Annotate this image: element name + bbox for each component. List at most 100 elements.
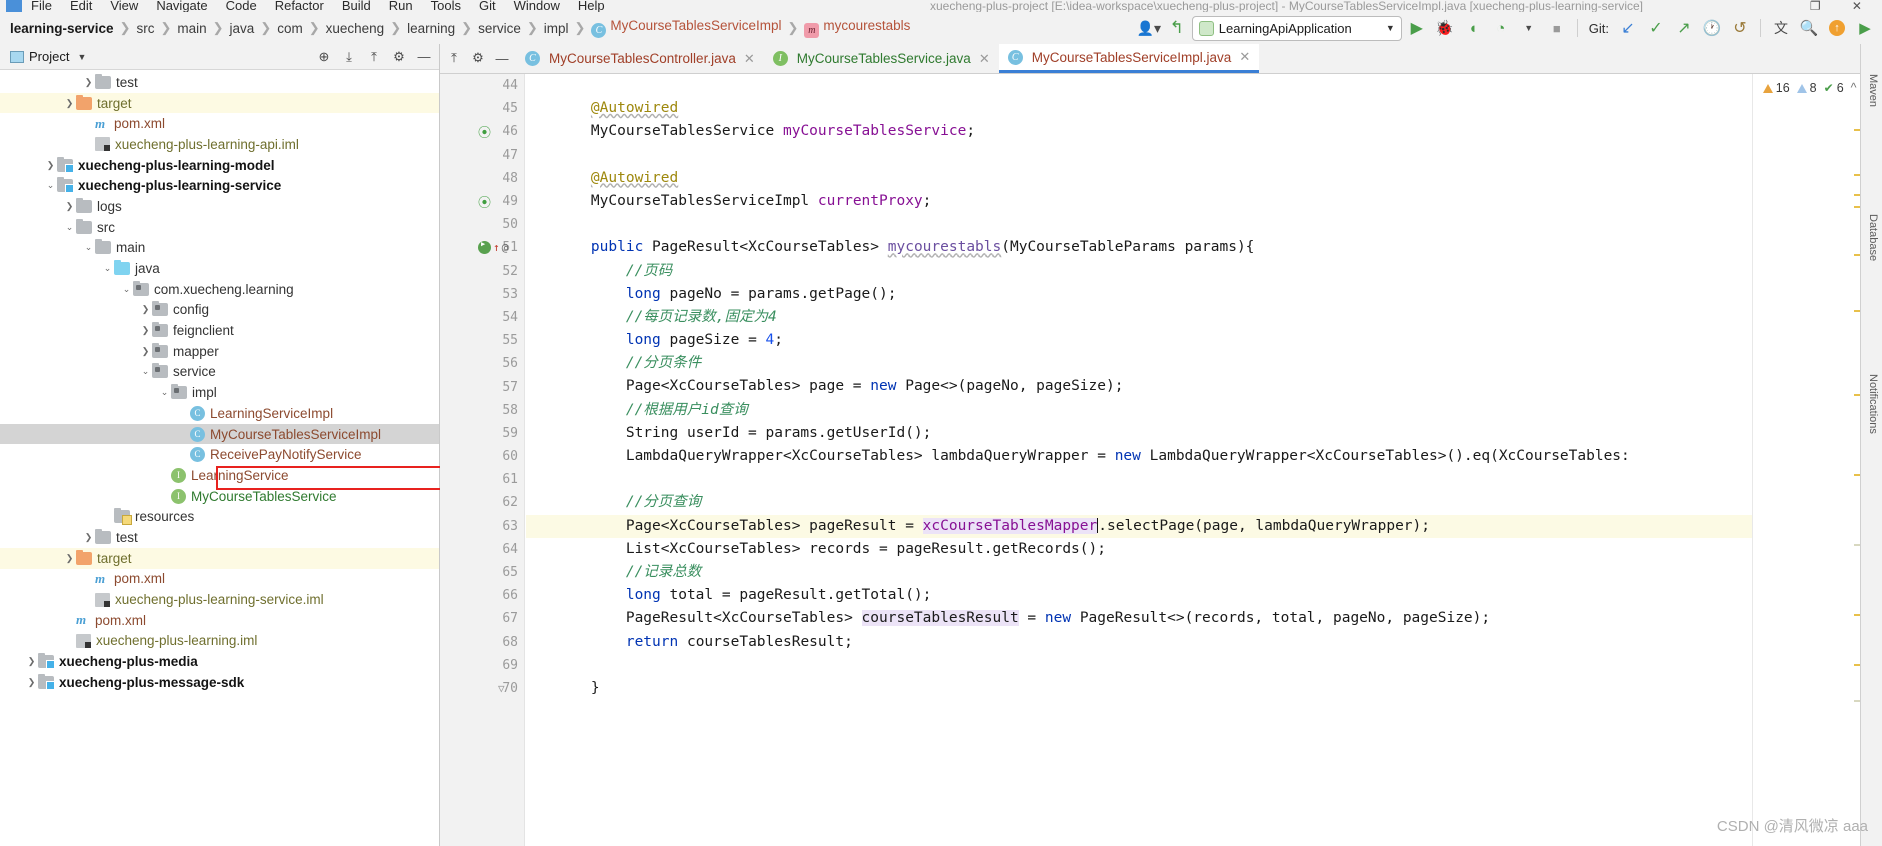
menu-item-file[interactable]: File xyxy=(22,0,61,12)
tree-item[interactable]: xuecheng-plus-learning.iml xyxy=(0,631,439,652)
code-line[interactable]: //记录总数 xyxy=(526,561,1752,584)
gutter-line-number[interactable]: 66 xyxy=(440,584,524,607)
chevron-down-icon[interactable]: ⌄ xyxy=(63,222,76,233)
code-line[interactable]: @Autowired xyxy=(526,167,1752,190)
gutter-line-number[interactable]: ⦿ 49 xyxy=(440,190,524,213)
breadcrumb-item-service[interactable]: service xyxy=(474,21,525,36)
tree-item[interactable]: ❯ logs xyxy=(0,196,439,217)
code-line[interactable]: Page<XcCourseTables> page = new Page<>(p… xyxy=(526,375,1752,398)
chevron-right-icon[interactable]: ❯ xyxy=(139,346,152,357)
tool-window-notifications[interactable]: Notifications xyxy=(1867,374,1879,434)
chevron-down-icon[interactable]: ⌄ xyxy=(101,263,114,274)
gutter-line-number[interactable]: ▽ 70 xyxy=(440,677,524,700)
debug-icon[interactable]: 🐞 xyxy=(1432,16,1458,40)
tree-item[interactable]: ❯ feignclient xyxy=(0,320,439,341)
window-controls[interactable]: ❐ ✕ xyxy=(1810,0,1876,12)
translate-icon[interactable]: 文 xyxy=(1768,16,1794,40)
code-line[interactable]: MyCourseTablesService myCourseTablesServ… xyxy=(526,120,1752,143)
gutter-line-number[interactable]: 62 xyxy=(440,491,524,514)
code-line[interactable]: //根据用户id查询 xyxy=(526,399,1752,422)
tree-item[interactable]: ⌄ src xyxy=(0,217,439,238)
plugin-green-icon[interactable]: ▶ xyxy=(1852,16,1878,40)
tree-item[interactable]: xuecheng-plus-learning-api.iml xyxy=(0,134,439,155)
gutter-line-number[interactable]: ↑@51 xyxy=(440,236,524,259)
chevron-right-icon[interactable]: ❯ xyxy=(44,160,57,171)
chevron-down-icon[interactable]: ▼ xyxy=(77,52,86,62)
code-line[interactable]: //页码 xyxy=(526,260,1752,283)
gutter-line-number[interactable]: 52 xyxy=(440,260,524,283)
tree-item[interactable]: ❯ xuecheng-plus-media xyxy=(0,651,439,672)
menu-item-edit[interactable]: Edit xyxy=(61,0,101,12)
tree-item[interactable]: ⌄ xuecheng-plus-learning-service xyxy=(0,175,439,196)
collapse-icon[interactable]: ⤒ xyxy=(443,47,465,69)
tree-item[interactable]: I LearningService xyxy=(0,465,439,486)
tree-item[interactable]: C ReceivePayNotifyService xyxy=(0,444,439,465)
gutter-line-number[interactable]: 56 xyxy=(440,352,524,375)
tree-item[interactable]: resources xyxy=(0,506,439,527)
code-line[interactable]: return courseTablesResult; xyxy=(526,631,1752,654)
tree-item[interactable]: m pom.xml xyxy=(0,569,439,590)
tree-item[interactable]: ❯ test xyxy=(0,72,439,93)
gutter-line-number[interactable]: 47 xyxy=(440,144,524,167)
tree-item[interactable]: ❯ mapper xyxy=(0,341,439,362)
tree-item[interactable]: ❯ test xyxy=(0,527,439,548)
breadcrumb-item-class[interactable]: C MyCourseTablesServiceImpl xyxy=(587,18,785,38)
breadcrumb-item-src[interactable]: src xyxy=(132,21,158,36)
git-update-icon[interactable]: ↙ xyxy=(1615,16,1641,40)
gutter-line-number[interactable]: 68 xyxy=(440,631,524,654)
gutter-line-number[interactable]: 45 xyxy=(440,97,524,120)
code-line[interactable] xyxy=(526,213,1752,236)
tree-item[interactable]: m pom.xml xyxy=(0,610,439,631)
run-method-icon[interactable]: ↑@ xyxy=(478,236,518,259)
menu-item-refactor[interactable]: Refactor xyxy=(266,0,333,12)
hide-icon[interactable]: — xyxy=(491,47,513,69)
code-line[interactable]: Page<XcCourseTables> pageResult = xcCour… xyxy=(526,514,1752,538)
chevron-down-icon[interactable]: ▼ xyxy=(1516,16,1542,40)
project-tree[interactable]: ❯ test ❯ target m pom.xml xuecheng-plus-learni… xyxy=(0,70,439,846)
gutter-line-number[interactable]: 67 xyxy=(440,607,524,630)
tree-item[interactable]: ⌄ impl xyxy=(0,382,439,403)
editor-tab-service-impl[interactable]: C MyCourseTablesServiceImpl.java ✕ xyxy=(998,44,1260,73)
chevron-right-icon[interactable]: ❯ xyxy=(25,656,38,667)
code-content[interactable]: @Autowired MyCourseTablesService myCours… xyxy=(526,74,1752,846)
code-line[interactable] xyxy=(526,654,1752,677)
chevron-down-icon[interactable]: ⌄ xyxy=(158,387,171,398)
tree-item[interactable]: xuecheng-plus-learning-service.iml xyxy=(0,589,439,610)
gutter-line-number[interactable]: 65 xyxy=(440,561,524,584)
code-line[interactable]: PageResult<XcCourseTables> courseTablesR… xyxy=(526,607,1752,630)
gutter-line-number[interactable]: ⦿ 46 xyxy=(440,120,524,143)
gutter-line-number[interactable]: 69 xyxy=(440,654,524,677)
menu-item-run[interactable]: Run xyxy=(380,0,422,12)
expand-all-icon[interactable]: ⤓ xyxy=(338,47,360,67)
breadcrumb-item-main[interactable]: main xyxy=(173,21,210,36)
code-line[interactable] xyxy=(526,468,1752,491)
code-line[interactable]: List<XcCourseTables> records = pageResul… xyxy=(526,538,1752,561)
collapse-all-icon[interactable]: ⤒ xyxy=(363,47,385,67)
menu-item-tools[interactable]: Tools xyxy=(422,0,470,12)
git-rollback-icon[interactable]: ↺ xyxy=(1727,16,1753,40)
tree-item-selected[interactable]: C MyCourseTablesServiceImpl xyxy=(0,423,439,445)
gutter-line-number[interactable]: 57 xyxy=(440,375,524,398)
gutter-line-number[interactable]: 59 xyxy=(440,422,524,445)
gutter-line-number[interactable]: 60 xyxy=(440,445,524,468)
tree-item[interactable]: ❯ xuecheng-plus-learning-model xyxy=(0,155,439,176)
code-line[interactable]: //分页条件 xyxy=(526,352,1752,375)
code-line[interactable]: String userId = params.getUserId(); xyxy=(526,422,1752,445)
gutter-line-number[interactable]: 58 xyxy=(440,399,524,422)
profile-icon[interactable]: ◔ xyxy=(1488,16,1514,40)
chevron-right-icon[interactable]: ❯ xyxy=(25,677,38,688)
editor-tab-service[interactable]: I MyCourseTablesService.java ✕ xyxy=(764,44,999,73)
menu-item-help[interactable]: Help xyxy=(569,0,614,12)
tree-item[interactable]: ❯ config xyxy=(0,300,439,321)
code-line[interactable]: //分页查询 xyxy=(526,491,1752,514)
chevron-right-icon[interactable]: ❯ xyxy=(82,77,95,88)
breadcrumb-item-impl[interactable]: impl xyxy=(540,21,573,36)
code-line[interactable] xyxy=(526,144,1752,167)
menu-item-view[interactable]: View xyxy=(101,0,147,12)
gear-icon[interactable]: ⚙ xyxy=(467,47,489,69)
gutter-line-number[interactable]: 64 xyxy=(440,538,524,561)
chevron-down-icon[interactable]: ⌄ xyxy=(82,242,95,253)
search-icon[interactable]: 🔍 xyxy=(1796,16,1822,40)
stop-icon[interactable]: ■ xyxy=(1544,16,1570,40)
gutter-line-number[interactable]: 53 xyxy=(440,283,524,306)
